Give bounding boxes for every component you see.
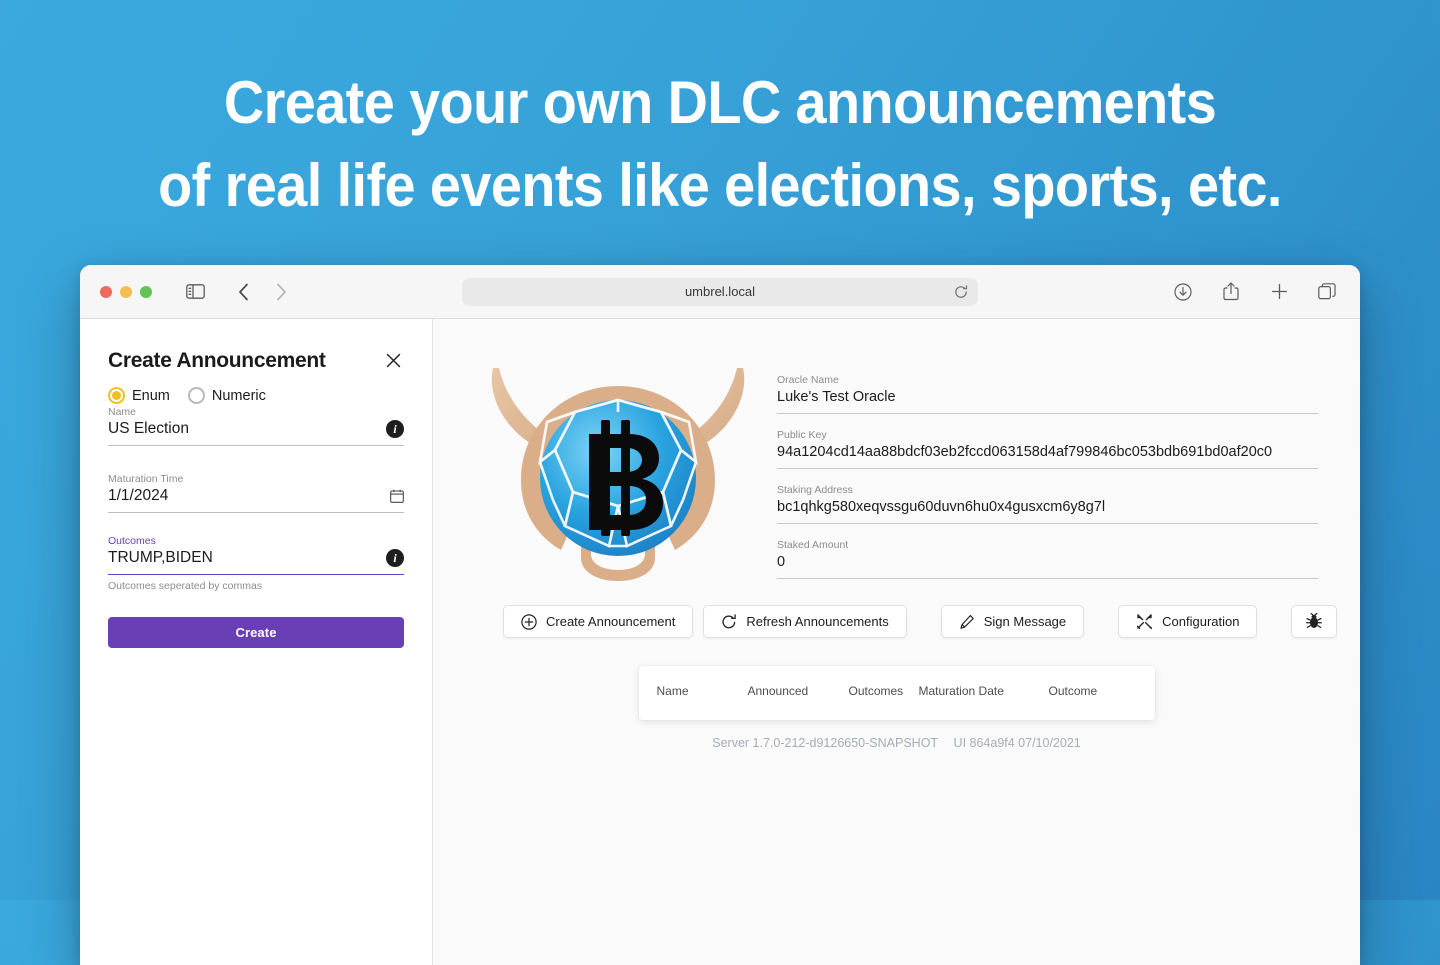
ui-version: UI 864a9f4 07/10/2021 [953,736,1081,750]
browser-window: umbrel.local Create Announcement Enum Nu… [80,265,1360,965]
staking-address-field: Staking Address bc1qhkg580xeqvssgu60duvn… [777,484,1318,524]
panel-header: Create Announcement [108,349,404,373]
name-input-value: US Election [108,420,189,437]
field-spacer-2 [108,519,404,535]
field-spacer [108,452,404,473]
oracle-panel: Oracle Name Luke's Test Oracle Public Ke… [433,319,1360,965]
refresh-icon [721,613,737,630]
refresh-announcements-button[interactable]: Refresh Announcements [703,605,907,638]
create-announcement-button-label: Create Announcement [546,614,676,629]
outcomes-input-value: TRUMP,BIDEN [108,549,213,566]
url-text: umbrel.local [684,284,756,299]
outcomes-info-icon[interactable]: i [386,549,404,567]
version-footer: Server 1.7.0-212-d9126650-SNAPSHOT UI 86… [433,736,1360,750]
staked-amount-field: Staked Amount 0 [777,539,1318,579]
server-version: Server 1.7.0-212-d9126650-SNAPSHOT [712,736,939,750]
panel-title: Create Announcement [108,349,326,372]
headline-line-2: of real life events like elections, spor… [158,151,1282,219]
headline-line-1: Create your own DLC announcements [223,69,1217,136]
announcement-type-radio-group: Enum Numeric [108,387,404,404]
maturation-time-input[interactable]: 1/1/2024 [108,487,404,513]
info-icon[interactable]: i [386,420,404,438]
maturation-time-field: Maturation Time 1/1/2024 [108,473,404,513]
staking-address-label: Staking Address [777,484,853,496]
toolbar-right-icons [1170,279,1340,305]
column-header-outcomes[interactable]: Outcomes [849,684,919,698]
name-field: Name US Election i [108,406,404,446]
staking-address-value[interactable]: bc1qhkg580xeqvssgu60duvn6hu0x4gusxcm6y8g… [777,499,1318,524]
forward-chevron-icon[interactable] [268,279,294,305]
browser-titlebar: umbrel.local [80,265,1360,319]
outcomes-input[interactable]: TRUMP,BIDEN i [108,549,404,575]
radio-numeric-label: Numeric [211,387,266,404]
column-header-name[interactable]: Name [657,684,748,698]
radio-option-numeric[interactable]: Numeric [187,387,266,404]
refresh-announcements-button-label: Refresh Announcements [746,614,889,629]
close-icon[interactable] [382,349,404,371]
app-content: Create Announcement Enum Numeric Name US… [80,319,1360,965]
downloads-icon[interactable] [1170,279,1196,305]
name-input[interactable]: US Election i [108,420,404,446]
radio-enum-mark [108,387,125,404]
outcomes-label: Outcomes [108,535,156,547]
configuration-button[interactable]: Configuration [1118,605,1258,638]
back-chevron-icon[interactable] [230,279,256,305]
name-field-label: Name [108,406,137,418]
staked-amount-value[interactable]: 0 [777,554,1318,579]
column-header-announced[interactable]: Announced [748,684,849,698]
oracle-top-area: Oracle Name Luke's Test Oracle Public Ke… [433,319,1360,594]
table-header-row: Name Announced Outcomes Maturation Date … [657,684,1137,698]
public-key-value[interactable]: 94a1204cd14aa88bdcf03eb2fccd063158d4af79… [777,444,1318,469]
url-bar[interactable]: umbrel.local [462,277,978,306]
outcomes-field: Outcomes TRUMP,BIDEN i Outcomes seperate… [108,535,404,592]
announcements-table: Name Announced Outcomes Maturation Date … [638,666,1155,720]
tab-overview-icon[interactable] [1314,279,1340,305]
public-key-field: Public Key 94a1204cd14aa88bdcf03eb2fccd0… [777,429,1318,469]
sign-message-button[interactable]: Sign Message [940,605,1085,638]
column-header-maturation-date[interactable]: Maturation Date [919,684,1049,698]
create-button[interactable]: Create [108,617,404,648]
navigation-buttons [230,279,294,305]
outcomes-hint: Outcomes seperated by commas [108,580,263,592]
maturation-time-value: 1/1/2024 [108,487,169,504]
oracle-details: Oracle Name Luke's Test Oracle Public Ke… [777,347,1326,594]
bull-bitcoin-logo [473,347,763,592]
plus-circle-icon [521,613,537,630]
sign-message-button-label: Sign Message [983,614,1067,629]
calendar-icon[interactable] [390,489,404,503]
plus-icon[interactable] [1266,279,1292,305]
maturation-time-label: Maturation Time [108,473,184,485]
oracle-name-field: Oracle Name Luke's Test Oracle [777,374,1318,414]
window-controls [100,285,152,298]
action-button-row: Create Announcement Refresh Announcement… [433,594,1360,638]
reload-icon[interactable] [954,284,968,299]
share-icon[interactable] [1218,279,1244,305]
staked-amount-label: Staked Amount [777,539,849,551]
debug-button[interactable] [1291,605,1338,638]
sidebar-toggle-icon[interactable] [182,279,208,305]
minimize-window-button[interactable] [120,285,132,298]
promo-headline: Create your own DLC announcements of rea… [50,62,1389,228]
create-announcement-button[interactable]: Create Announcement [503,605,694,638]
create-announcement-panel: Create Announcement Enum Numeric Name US… [80,319,433,965]
radio-numeric-mark [187,387,205,404]
maximize-window-button[interactable] [140,285,152,298]
configuration-button-label: Configuration [1162,614,1240,629]
column-header-outcome[interactable]: Outcome [1049,684,1098,698]
public-key-label: Public Key [777,429,827,441]
bug-icon [1306,613,1323,630]
tools-icon [1136,613,1153,630]
radio-option-enum[interactable]: Enum [108,387,170,404]
oracle-name-value[interactable]: Luke's Test Oracle [777,389,1318,414]
pencil-icon [959,614,975,630]
radio-enum-label: Enum [132,387,170,404]
close-window-button[interactable] [100,285,112,298]
oracle-name-label: Oracle Name [777,374,839,386]
